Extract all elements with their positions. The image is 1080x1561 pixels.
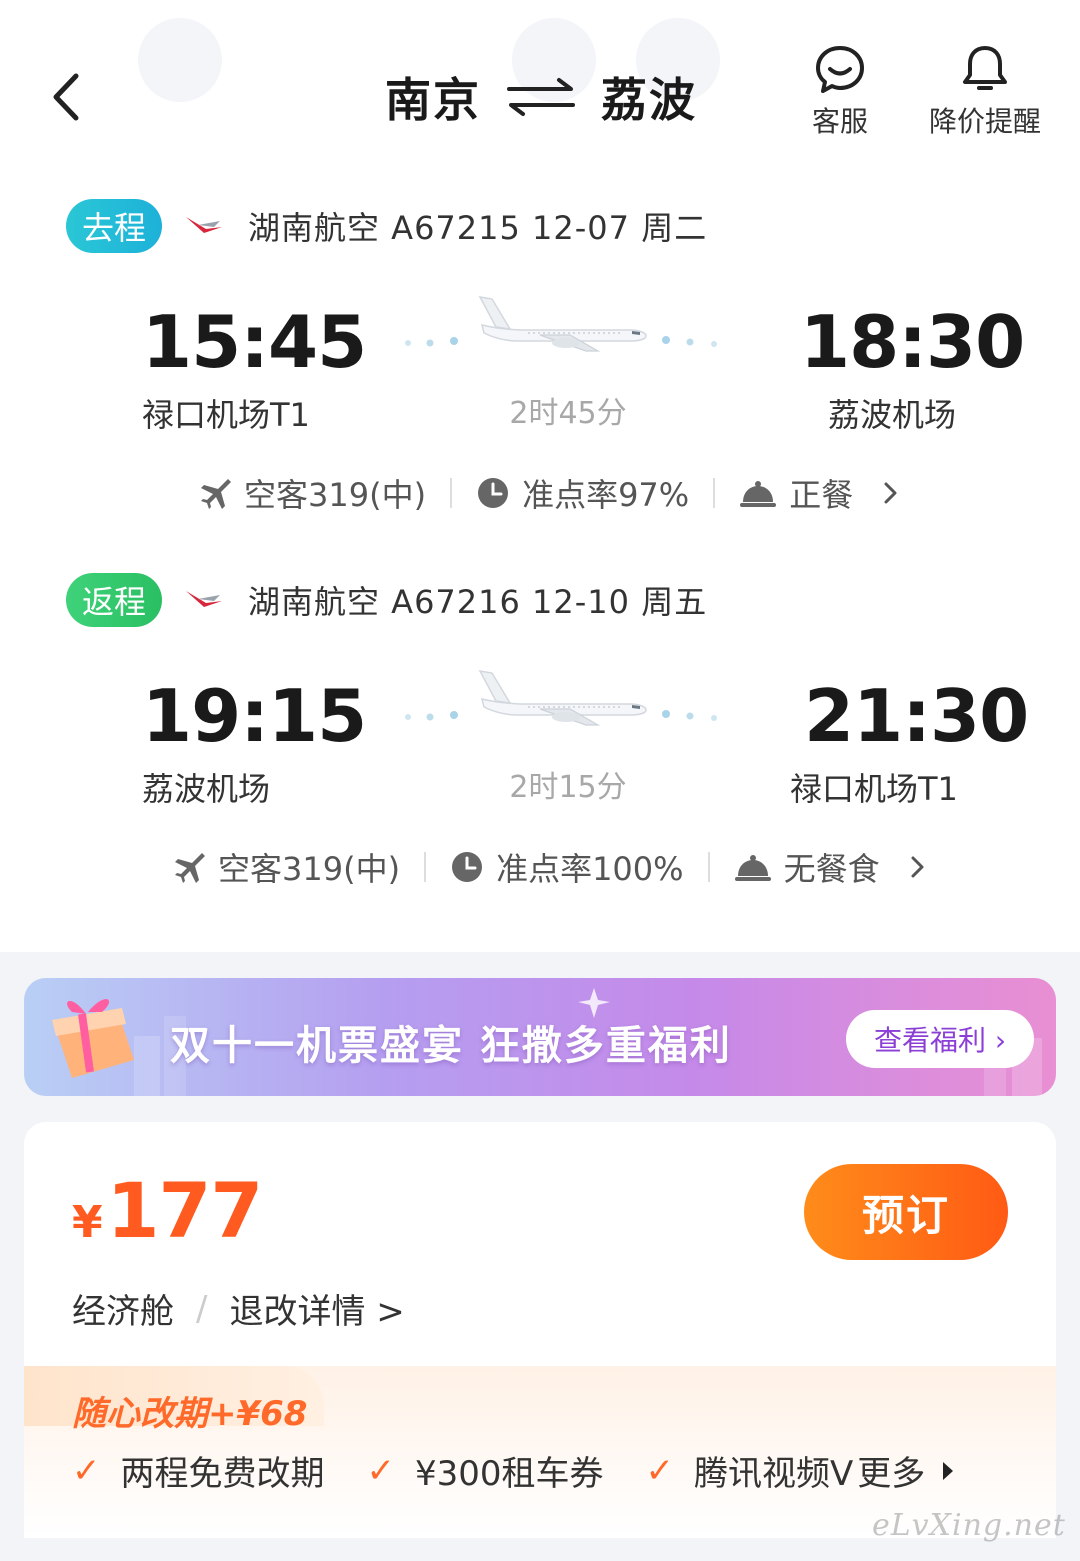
caret-right-icon [943, 1461, 954, 1480]
return-flight-details[interactable]: 空客319(中) 准点率100% 无餐食 [172, 842, 926, 892]
meal-info: 正餐 [789, 476, 854, 514]
benefit-label: 两程免费改期 [120, 1454, 325, 1494]
back-button[interactable] [40, 62, 100, 132]
outbound-leg-header: 去程 湖南航空 A67215 12-07 周二 [66, 198, 707, 254]
return-arrive-airport: 禄口机场T1 [790, 770, 958, 808]
price-value: 177 [106, 1166, 264, 1255]
chat-smile-icon [816, 46, 864, 93]
flexible-change-title: 随心改期+¥68 [72, 1394, 308, 1434]
return-flight-info: 湖南航空 A67216 12-10 周五 [248, 583, 708, 621]
watermark: eLvXing.net [872, 1508, 1066, 1543]
price-alert-button[interactable]: 降价提醒 [920, 44, 1050, 140]
cabin-class: 经济舱 [72, 1292, 174, 1332]
aircraft-type: 空客319(中) [244, 476, 427, 514]
outbound-depart-airport: 禄口机场T1 [142, 396, 310, 434]
gift-box-icon [52, 999, 134, 1078]
return-arrive-time: 21:30 [804, 674, 1029, 758]
promo-banner-text: 双十一机票盛宴 狂撒多重福利 [170, 1023, 732, 1069]
return-depart-time: 19:15 [142, 674, 367, 758]
refund-rules-link[interactable]: 退改详情 > [229, 1284, 404, 1333]
chevron-right-icon [911, 856, 924, 878]
on-time-rate: 准点率100% [496, 850, 684, 888]
cabin-row: 经济舱 / 退改详情 > [72, 1284, 405, 1333]
view-benefits-button[interactable]: 查看福利 › [846, 1010, 1034, 1068]
outbound-duration: 2时45分 [509, 396, 627, 431]
divider [713, 478, 716, 508]
plane-icon [201, 479, 231, 509]
benefit-item: ✓ 两程免费改期 [72, 1446, 325, 1495]
outbound-flight-details[interactable]: 空客319(中) 准点率97% 正餐 [198, 468, 899, 518]
swap-arrows-icon[interactable] [505, 77, 577, 117]
outbound-flight-info: 湖南航空 A67215 12-07 周二 [248, 209, 708, 247]
divider [424, 852, 427, 882]
book-button[interactable]: 预订 [804, 1164, 1008, 1260]
benefit-label: ¥300租车券 [415, 1454, 604, 1494]
meal-cloche-icon [734, 855, 771, 881]
on-time-rate: 准点率97% [522, 476, 690, 514]
chevron-left-icon [53, 73, 79, 121]
airplane-icon [405, 670, 717, 726]
airline-logo-icon [186, 591, 222, 607]
outbound-arrive-airport: 荔波机场 [828, 396, 957, 434]
destination-city: 荔波 [601, 73, 697, 127]
return-leg-header: 返程 湖南航空 A67216 12-10 周五 [66, 572, 707, 628]
outbound-arrive-time: 18:30 [800, 300, 1025, 384]
route-title: 南京 荔波 [385, 62, 697, 132]
divider [707, 852, 710, 882]
bell-icon [963, 46, 1007, 90]
clock-icon [478, 478, 509, 508]
price: ¥ 177 [72, 1166, 264, 1255]
aircraft-type: 空客319(中) [218, 850, 401, 888]
check-icon: ✓ [72, 1450, 101, 1491]
separator: / [196, 1288, 208, 1329]
customer-service-button[interactable]: 客服 [800, 44, 880, 140]
price-alert-label: 降价提醒 [928, 105, 1041, 138]
divider [450, 478, 453, 508]
more-benefits-button[interactable]: 更多 [853, 1446, 955, 1495]
outbound-depart-time: 15:45 [142, 300, 367, 384]
clock-icon [452, 852, 483, 882]
plane-icon [175, 853, 205, 883]
decor-bubble [138, 18, 222, 102]
currency-symbol: ¥ [72, 1197, 103, 1248]
airplane-icon [405, 296, 717, 352]
origin-city: 南京 [385, 73, 481, 127]
return-tag: 返程 [66, 573, 162, 627]
check-icon: ✓ [645, 1450, 675, 1491]
meal-cloche-icon [740, 481, 777, 507]
benefit-item: ✓ 腾讯视频V [646, 1446, 854, 1495]
return-duration: 2时15分 [509, 770, 627, 805]
airline-logo-icon [186, 217, 222, 233]
benefit-list[interactable]: ✓ 两程免费改期 ✓ ¥300租车券 ✓ 腾讯视频V 更多 [72, 1446, 955, 1495]
more-label: 更多 [857, 1454, 926, 1494]
chevron-right-icon [884, 482, 897, 504]
customer-service-label: 客服 [811, 105, 868, 138]
check-icon: ✓ [366, 1450, 396, 1491]
benefit-item: ✓ ¥300租车券 [367, 1446, 604, 1495]
return-depart-airport: 荔波机场 [142, 770, 271, 808]
benefit-label: 腾讯视频V [694, 1454, 854, 1494]
outbound-tag: 去程 [66, 199, 162, 253]
meal-info: 无餐食 [783, 850, 880, 888]
